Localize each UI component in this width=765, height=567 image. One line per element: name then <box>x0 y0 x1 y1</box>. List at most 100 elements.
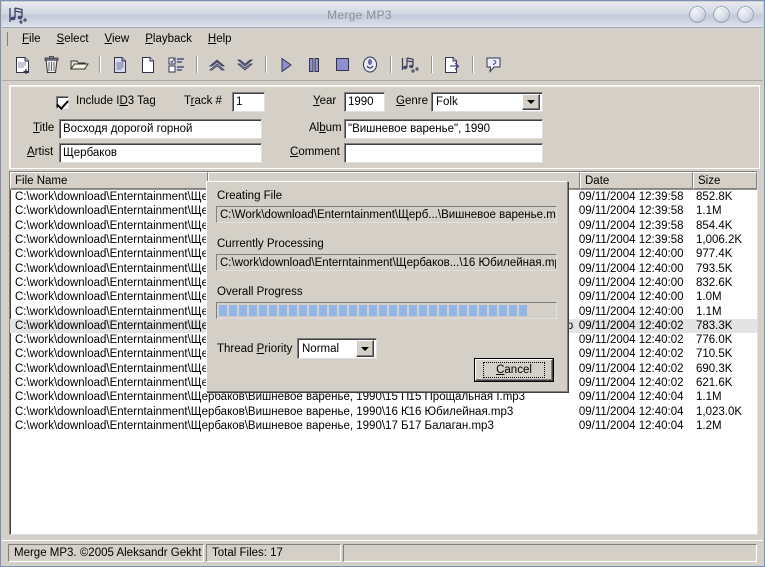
column-size[interactable]: Size <box>693 172 757 189</box>
currently-processing-value: C:\work\download\Enterntainment\Щербаков… <box>216 254 557 271</box>
volume-icon[interactable] <box>358 53 382 77</box>
cell-size: 1.2M <box>691 420 757 432</box>
progress-segment <box>379 305 387 316</box>
cancel-button[interactable]: Cancel <box>475 359 553 381</box>
creating-file-value: C:\Work\download\Enterntainment\Щерб...\… <box>216 206 557 223</box>
cell-date: 09/11/2004 12:40:00 <box>574 291 691 303</box>
title-input[interactable]: Восходя дорогой горной <box>59 119 262 139</box>
status-total-files: Total Files: 17 <box>206 544 341 562</box>
table-row[interactable]: C:\work\download\Enterntainment\Щербаков… <box>10 404 757 418</box>
thread-priority-combobox[interactable]: Normal <box>297 338 377 359</box>
play-icon[interactable] <box>274 53 298 77</box>
thread-priority-value: Normal <box>298 343 354 355</box>
progress-segment <box>399 305 407 316</box>
about-icon[interactable] <box>481 53 505 77</box>
toolbar-separator <box>265 56 266 73</box>
track-input[interactable]: 1 <box>232 92 265 112</box>
pause-icon[interactable] <box>302 53 326 77</box>
creating-file-label: Creating File <box>217 190 282 202</box>
progress-segment <box>339 305 347 316</box>
overall-progress-label: Overall Progress <box>217 286 303 298</box>
overall-progress-bar <box>216 302 557 319</box>
table-row[interactable]: C:\work\download\Enterntainment\Щербаков… <box>10 419 757 433</box>
copy-document-icon[interactable] <box>108 53 132 77</box>
progress-segment <box>279 305 287 316</box>
progress-segment <box>329 305 337 316</box>
music-note-plus-icon <box>8 5 30 25</box>
cell-date: 09/11/2004 12:39:58 <box>574 220 691 232</box>
progress-segment <box>219 305 227 316</box>
properties-list-icon[interactable] <box>164 53 188 77</box>
column-date[interactable]: Date <box>580 172 693 189</box>
progress-segment <box>229 305 237 316</box>
menu-file[interactable]: File <box>14 31 49 47</box>
progress-segment <box>369 305 377 316</box>
cell-size: 1.1M <box>691 306 757 318</box>
merge-icon[interactable] <box>399 53 423 77</box>
cell-size: 1.0M <box>691 291 757 303</box>
add-file-icon[interactable] <box>11 53 35 77</box>
toolbar-separator <box>99 56 100 73</box>
close-button[interactable] <box>737 6 754 23</box>
progress-segment <box>349 305 357 316</box>
progress-segment <box>499 305 507 316</box>
progress-segment <box>239 305 247 316</box>
cell-date: 09/11/2004 12:40:04 <box>574 391 691 403</box>
cell-short-name: 17 Балаган.mp3 <box>409 420 574 432</box>
progress-segment <box>489 305 497 316</box>
title-label: Title <box>33 122 54 134</box>
cell-date: 09/11/2004 12:39:58 <box>574 191 691 203</box>
cell-date: 09/11/2004 12:40:02 <box>574 363 691 375</box>
genre-value: Folk <box>432 96 520 108</box>
cell-size: 832.6K <box>691 277 757 289</box>
delete-icon[interactable] <box>39 53 63 77</box>
cell-size: 710.5K <box>691 348 757 360</box>
cell-size: 1,023.0K <box>691 406 757 418</box>
year-label: Year <box>313 95 336 107</box>
progress-segment <box>299 305 307 316</box>
comment-input[interactable] <box>344 143 543 163</box>
menu-view[interactable]: View <box>97 31 138 47</box>
progress-segment <box>459 305 467 316</box>
move-up-icon[interactable] <box>205 53 229 77</box>
application-window: Merge MP3 File Select View Playback Help <box>0 0 765 567</box>
open-folder-icon[interactable] <box>67 53 91 77</box>
include-id3-tag-checkbox[interactable] <box>56 96 69 109</box>
progress-segment <box>309 305 317 316</box>
toolbar-separator <box>196 56 197 73</box>
album-input[interactable]: "Вишневое варенье", 1990 <box>344 119 543 139</box>
move-down-icon[interactable] <box>233 53 257 77</box>
thread-priority-label: Thread Priority <box>217 343 292 355</box>
chevron-down-icon[interactable] <box>522 94 540 110</box>
menu-help[interactable]: Help <box>200 31 240 47</box>
status-copyright: Merge MP3. ©2005 Aleksandr Gekht <box>8 544 204 562</box>
menu-playback[interactable]: Playback <box>137 31 200 47</box>
table-row[interactable]: C:\work\download\Enterntainment\Щербаков… <box>10 390 757 404</box>
cell-date: 09/11/2004 12:40:02 <box>574 334 691 346</box>
chevron-down-icon[interactable] <box>356 340 374 357</box>
cell-size: 783.3K <box>691 320 757 332</box>
new-document-icon[interactable] <box>136 53 160 77</box>
maximize-button[interactable] <box>713 6 730 23</box>
minimize-button[interactable] <box>689 6 706 23</box>
export-icon[interactable] <box>440 53 464 77</box>
progress-segment <box>469 305 477 316</box>
status-extra <box>343 544 757 562</box>
cell-file-name: C:\work\download\Enterntainment\Щербаков… <box>10 420 409 432</box>
progress-segment <box>269 305 277 316</box>
cell-date: 09/11/2004 12:40:00 <box>574 306 691 318</box>
artist-input[interactable]: Щербаков <box>59 143 262 163</box>
include-id3-tag-label: Include ID3 Tag <box>76 95 156 107</box>
stop-icon[interactable] <box>330 53 354 77</box>
progress-segment <box>519 305 527 316</box>
genre-combobox[interactable]: Folk <box>431 92 543 112</box>
status-bar: Merge MP3. ©2005 Aleksandr Gekht Total F… <box>2 540 763 565</box>
year-input[interactable]: 1990 <box>344 92 385 112</box>
column-file-name[interactable]: File Name <box>10 172 208 189</box>
progress-segment <box>409 305 417 316</box>
cell-size: 1.1M <box>691 205 757 217</box>
window-controls <box>689 6 754 23</box>
menu-select[interactable]: Select <box>49 31 97 47</box>
album-label: Album <box>309 122 342 134</box>
progress-segment <box>289 305 297 316</box>
